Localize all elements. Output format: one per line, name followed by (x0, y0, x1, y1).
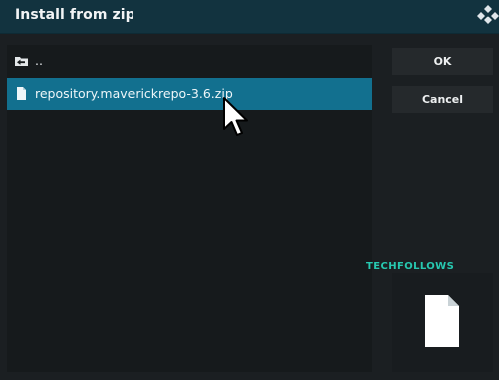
kodi-logo-icon (477, 5, 499, 24)
watermark-text: TECHFOLLOWS (366, 261, 455, 272)
mouse-pointer-icon (223, 97, 248, 136)
dialog-titlebar: Install from zip file (0, 0, 499, 34)
list-item-label: repository.maverickrepo-3.6.zip (35, 86, 233, 101)
file-icon (17, 87, 26, 100)
file-list: .. repository.maverickrepo-3.6.zip (7, 45, 372, 372)
cancel-button[interactable]: Cancel (392, 86, 493, 113)
folder-up-icon (15, 57, 28, 66)
list-item-label: .. (35, 53, 43, 68)
install-from-zip-dialog: Install from zip file .. repository.mave… (0, 0, 499, 380)
dialog-title: Install from zip file (15, 7, 133, 23)
list-item-parent-folder[interactable]: .. (7, 45, 372, 77)
list-item-zip-file[interactable]: repository.maverickrepo-3.6.zip (7, 78, 372, 110)
file-icon (425, 295, 459, 347)
ok-button[interactable]: OK (392, 48, 493, 75)
file-preview-thumbnail (392, 273, 493, 372)
